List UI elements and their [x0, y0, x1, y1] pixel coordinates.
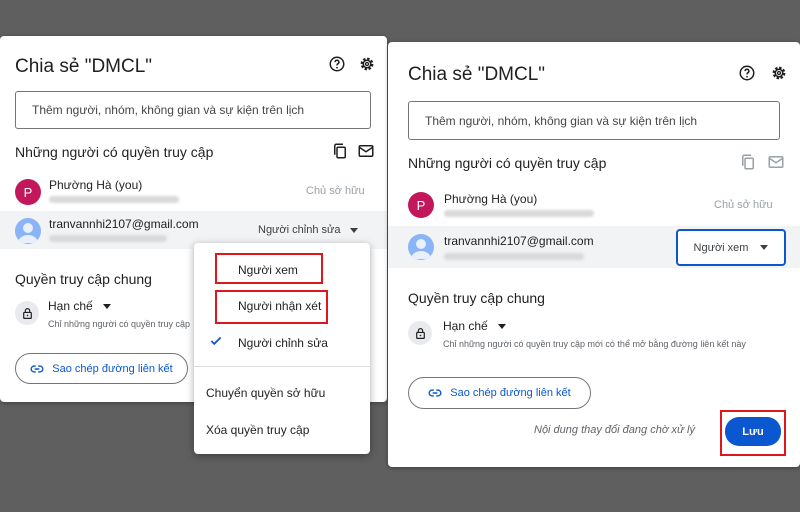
gear-icon[interactable]	[357, 54, 377, 74]
owner-role: Chủ sở hữu	[714, 199, 773, 211]
general-access-select[interactable]: Hạn chế	[48, 299, 111, 313]
user-secondary-redacted	[444, 253, 584, 260]
copy-link-button[interactable]: Sao chép đường liên kết	[408, 377, 591, 409]
owner-role: Chủ sở hữu	[306, 185, 365, 197]
highlight-box-commenter	[215, 290, 328, 324]
owner-email-redacted	[444, 210, 594, 217]
role-dropdown[interactable]: Người xem	[676, 229, 786, 266]
pending-changes-text: Nội dung thay đổi đang chờ xử lý	[534, 424, 695, 436]
highlight-box-viewer	[215, 253, 323, 284]
email-icon[interactable]	[766, 152, 786, 172]
people-with-access-header: Những người có quyền truy cập	[408, 155, 607, 171]
copy-emails-icon[interactable]	[330, 141, 350, 161]
copy-emails-icon[interactable]	[738, 152, 758, 172]
lock-icon	[408, 321, 432, 345]
copy-link-button[interactable]: Sao chép đường liên kết	[15, 353, 188, 384]
owner-name: Phường Hà (you)	[49, 178, 143, 192]
check-icon	[210, 336, 222, 346]
general-access-select[interactable]: Hạn chế	[443, 319, 506, 333]
share-dialog-right: Chia sẻ "DMCL" Thêm người, nhóm, không g…	[388, 42, 800, 467]
role-dropdown-label: Người chỉnh sửa	[258, 224, 341, 236]
email-icon[interactable]	[356, 141, 376, 161]
general-access-header: Quyền truy cập chung	[15, 271, 152, 287]
dialog-title: Chia sẻ "DMCL"	[15, 56, 153, 77]
gear-icon[interactable]	[769, 63, 789, 83]
general-access-description: Chỉ những người có quyền truy cập mới có…	[443, 339, 746, 349]
highlight-box-save	[720, 410, 786, 456]
caret-down-icon	[497, 323, 506, 329]
owner-name: Phường Hà (you)	[444, 192, 538, 206]
link-icon	[428, 389, 442, 397]
general-access-value: Hạn chế	[48, 299, 93, 313]
help-icon[interactable]	[737, 63, 757, 83]
avatar	[15, 218, 41, 244]
add-people-input[interactable]: Thêm người, nhóm, không gian và sự kiện …	[408, 101, 780, 140]
avatar: P	[15, 179, 41, 205]
lock-icon	[15, 301, 39, 325]
owner-email-redacted	[49, 196, 179, 203]
copy-link-label: Sao chép đường liên kết	[450, 387, 571, 399]
role-dropdown[interactable]: Người chỉnh sửa	[258, 224, 359, 236]
menu-item-editor[interactable]: Người chỉnh sửa	[194, 327, 370, 359]
avatar: P	[408, 192, 434, 218]
user-secondary-redacted	[49, 235, 167, 242]
caret-down-icon	[102, 303, 111, 309]
add-people-input[interactable]: Thêm người, nhóm, không gian và sự kiện …	[15, 91, 371, 129]
help-icon[interactable]	[327, 54, 347, 74]
general-access-description: Chỉ những người có quyền truy cập	[48, 319, 191, 329]
user-email: tranvannhi2107@gmail.com	[444, 234, 594, 248]
link-icon	[30, 364, 44, 373]
user-email: tranvannhi2107@gmail.com	[49, 217, 199, 231]
role-dropdown-label: Người xem	[693, 241, 749, 254]
copy-link-label: Sao chép đường liên kết	[52, 362, 173, 375]
menu-divider	[194, 366, 370, 367]
people-with-access-header: Những người có quyền truy cập	[15, 144, 214, 160]
dialog-title: Chia sẻ "DMCL"	[408, 64, 546, 85]
general-access-header: Quyền truy cập chung	[408, 290, 545, 306]
caret-down-icon	[350, 227, 359, 233]
menu-item-remove-access[interactable]: Xóa quyền truy cập	[194, 415, 370, 447]
avatar	[408, 234, 434, 260]
menu-item-transfer-ownership[interactable]: Chuyển quyền sở hữu	[194, 377, 370, 409]
general-access-value: Hạn chế	[443, 319, 488, 333]
caret-down-icon	[760, 245, 769, 250]
